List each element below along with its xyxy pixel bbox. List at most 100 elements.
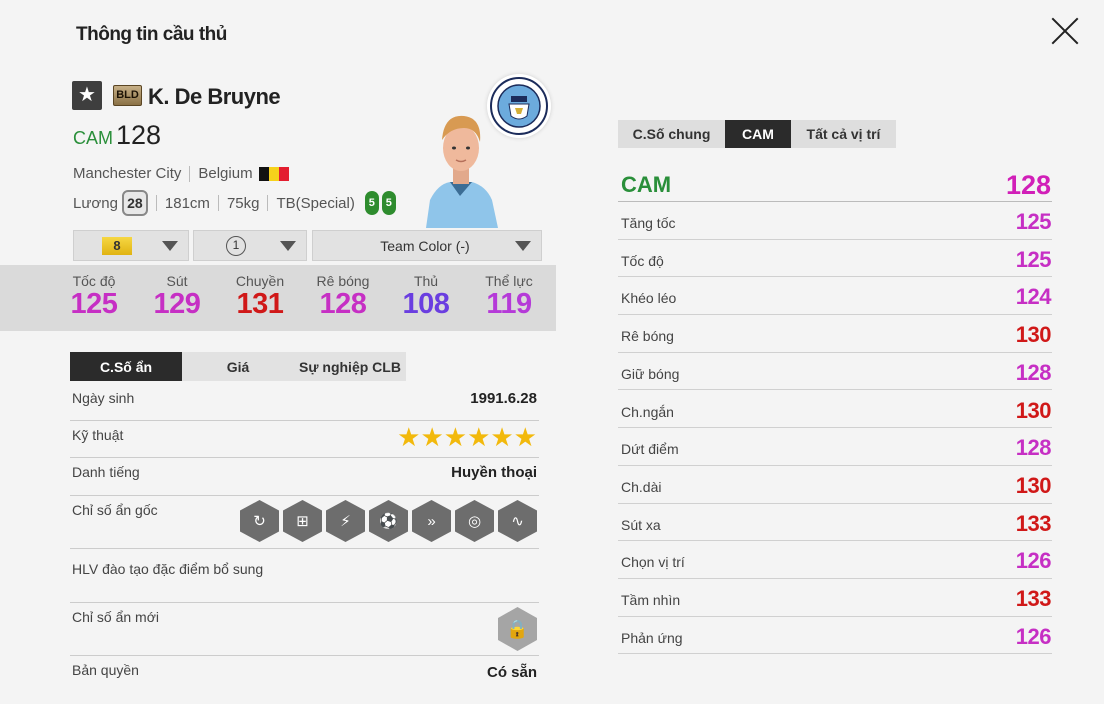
club-nation-line: Manchester City Belgium — [73, 165, 289, 183]
tab-club-career[interactable]: Sự nghiệp CLB — [294, 352, 406, 381]
stat-label: Sút xa — [621, 516, 661, 533]
position-stat-row: Ch.ngắn 130 — [618, 391, 1052, 429]
stat-label: Tốc độ — [621, 252, 664, 269]
man-city-logo — [487, 74, 551, 138]
height-value: 181cm — [164, 194, 210, 212]
page-title: Thông tin cầu thủ — [76, 24, 227, 45]
stat-label: Rê bóng — [316, 273, 370, 289]
nation-name: Belgium — [198, 165, 253, 182]
stat-value: 128 — [1015, 435, 1052, 461]
belgium-flag-icon — [258, 167, 289, 182]
stat-value: 126 — [1015, 623, 1052, 649]
salary-badge: 28 — [121, 190, 148, 216]
position-stat-row: Ch.dài 130 — [618, 466, 1052, 504]
grade-chip: 8 — [102, 236, 132, 255]
stat-value: 133 — [1015, 510, 1052, 536]
skill-stars-icon: ★★★★★★ — [397, 422, 537, 452]
summary-stats-band: Tốc độ 125 Sút 129 Chuyền 131 Rê bóng 12… — [0, 265, 556, 331]
level-dropdown[interactable]: 1 — [193, 230, 307, 261]
trait-pass-icon[interactable]: ∿ — [498, 500, 537, 542]
stat-value: 125 — [1015, 209, 1052, 234]
skill-label: Kỹ thuật — [72, 427, 124, 443]
coach-row: HLV đào tạo đặc điểm bổ sung — [70, 549, 539, 603]
stat-value: 130 — [1015, 472, 1052, 498]
trait-dribble-icon[interactable]: ⚽ — [369, 500, 408, 542]
fame-value: Huyền thoại — [451, 464, 537, 481]
stat-dribbling: Rê bóng 128 — [303, 273, 383, 321]
stat-label: Thể lực — [485, 273, 533, 289]
stat-passing: Chuyền 131 — [220, 273, 300, 321]
stat-value: 129 — [153, 288, 201, 320]
trait-speed-icon[interactable]: » — [412, 500, 451, 542]
divider — [189, 166, 191, 183]
left-tab-bar: C.Số ẩn Giá Sự nghiệp CLB — [70, 352, 406, 381]
birth-label: Ngày sinh — [72, 390, 135, 406]
chevron-down-icon — [162, 241, 178, 251]
player-name: K. De Bruyne — [148, 84, 281, 109]
chevron-down-icon — [515, 241, 531, 251]
body-type: TB(Special) — [276, 194, 355, 212]
stat-label: Chọn vị trí — [621, 554, 685, 571]
tab-all-positions[interactable]: Tất cả vị trí — [791, 120, 896, 148]
birth-row: Ngày sinh 1991.6.28 — [70, 384, 539, 421]
close-icon[interactable] — [1050, 16, 1080, 46]
position-stat-row: Rê bóng 130 — [618, 315, 1052, 353]
season-badge: BLD — [113, 85, 142, 106]
tab-general-stats[interactable]: C.Số chung — [618, 120, 725, 148]
trait-shot-icon[interactable]: ◎ — [455, 500, 494, 542]
stat-label: Tốc độ — [72, 273, 116, 289]
player-info-line: Lương 28 181cm 75kg TB(Special) 5 5 — [73, 190, 399, 216]
stat-value: 130 — [1015, 397, 1052, 423]
position-stat-row: Dứt điểm 128 — [618, 428, 1052, 466]
right-tab-bar: C.Số chung CAM Tất cả vị trí — [618, 120, 896, 148]
stat-defending: Thủ 108 — [386, 273, 466, 321]
trait-goal-icon[interactable]: ⊞ — [283, 500, 322, 542]
salary-label: Lương — [73, 194, 118, 212]
stat-label: Ch.ngắn — [621, 403, 674, 420]
weak-foot-left: 5 — [364, 191, 379, 215]
weak-foot-right: 5 — [381, 191, 396, 215]
position-stat-row: Tầm nhìn 133 — [618, 579, 1052, 617]
birth-value: 1991.6.28 — [470, 390, 537, 407]
stat-physical: Thể lực 119 — [469, 273, 549, 321]
star-icon: ★ — [72, 81, 102, 110]
stat-value: 133 — [1015, 586, 1052, 611]
tab-position-cam[interactable]: CAM — [725, 120, 791, 148]
license-value: Có sẵn — [486, 664, 537, 681]
stat-value: 125 — [70, 288, 118, 320]
player-position: CAM — [73, 128, 113, 148]
stat-label: Phản ứng — [621, 629, 683, 646]
tab-price[interactable]: Giá — [182, 352, 294, 381]
team-color-label: Team Color (-) — [380, 237, 470, 254]
stat-value: 125 — [1015, 246, 1052, 272]
license-label: Bản quyền — [72, 662, 139, 678]
position-stat-row: Chọn vị trí 126 — [618, 541, 1052, 579]
skill-row: Kỹ thuật ★★★★★★ — [70, 421, 539, 458]
chevron-down-icon — [280, 241, 296, 251]
position-stat-row: Khéo léo 124 — [618, 277, 1052, 316]
team-color-dropdown[interactable]: Team Color (-) — [312, 230, 542, 261]
club-name: Manchester City — [73, 165, 182, 182]
trait-power-icon[interactable]: ⚡ — [326, 500, 365, 542]
divider — [267, 195, 269, 211]
trait-curl-icon[interactable]: ↻ — [240, 500, 279, 542]
traits-row: Chỉ số ẩn gốc ↻ ⊞ ⚡ ⚽ » ◎ ∿ — [70, 496, 539, 549]
stat-value: 131 — [236, 288, 284, 320]
divider — [217, 195, 219, 211]
stat-label: Khéo léo — [621, 290, 677, 307]
stat-label: Dứt điểm — [621, 441, 679, 458]
new-traits-row: Chỉ số ẩn mới 🔒 — [70, 603, 539, 656]
lock-icon[interactable]: 🔒 — [498, 607, 537, 651]
stat-value: 128 — [319, 288, 367, 320]
weight-value: 75kg — [226, 194, 260, 212]
traits-list: ↻ ⊞ ⚡ ⚽ » ◎ ∿ — [240, 500, 537, 542]
grade-dropdown[interactable]: 8 — [73, 230, 189, 261]
position-stat-row: Tăng tốc 125 — [618, 202, 1052, 240]
position-stat-row: Sút xa 133 — [618, 504, 1052, 542]
level-circle: 1 — [226, 235, 246, 256]
license-row: Bản quyền Có sẵn — [70, 656, 539, 694]
fame-row: Danh tiếng Huyền thoại — [70, 458, 539, 496]
stat-value: 108 — [402, 288, 450, 320]
tab-hidden-stats[interactable]: C.Số ẩn — [70, 352, 182, 381]
new-traits-label: Chỉ số ẩn mới — [72, 609, 159, 625]
